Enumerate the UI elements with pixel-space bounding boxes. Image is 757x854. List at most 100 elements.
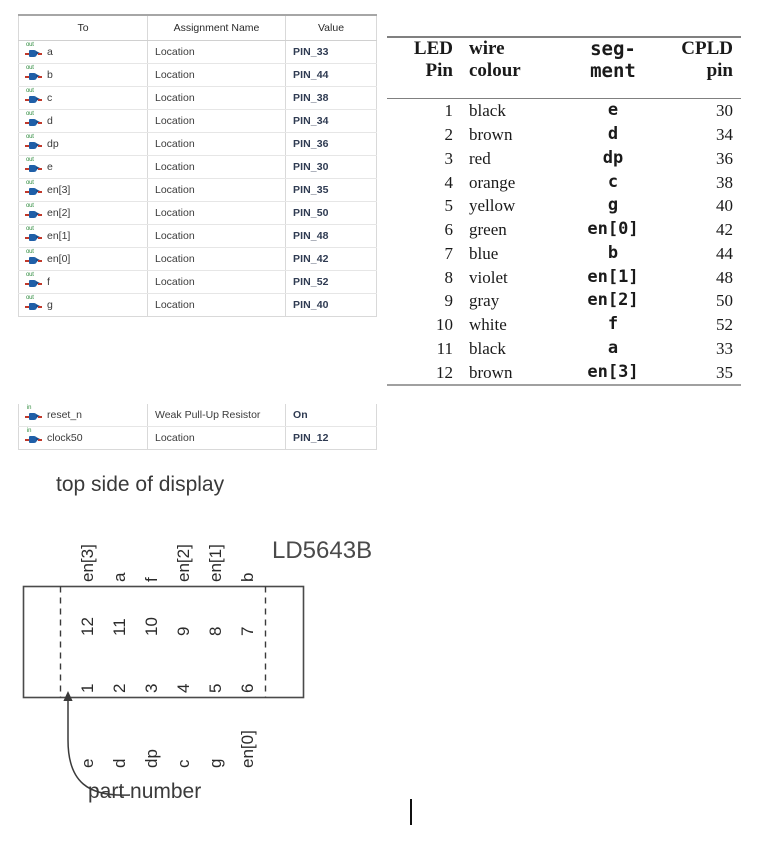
assignment-name-text: Location (155, 138, 195, 150)
cell-assignment-name[interactable]: Weak Pull-Up Resistor (147, 404, 286, 427)
cell-assignment-name[interactable]: Location (147, 155, 286, 179)
cell-to[interactable]: out en[0] (18, 247, 148, 271)
table-row[interactable]: out c Location PIN_38 (18, 86, 377, 110)
assignment-value-text: PIN_36 (293, 138, 329, 150)
cell-value[interactable]: PIN_44 (285, 63, 377, 87)
wiring-header-spacer (387, 82, 741, 100)
port-wire-right (38, 191, 42, 193)
assignment-value-text: PIN_40 (293, 299, 329, 311)
assignment-name-text: Weak Pull-Up Resistor (155, 409, 261, 421)
cell-value[interactable]: PIN_48 (285, 224, 377, 248)
assignment-name-text: Location (155, 161, 195, 173)
cell-value[interactable]: PIN_12 (285, 426, 377, 450)
cell-value[interactable]: PIN_35 (285, 178, 377, 202)
wiring-header-segment-line1: seg- (563, 35, 663, 61)
bottom-pin-signal-label: c (174, 759, 193, 769)
cell-value[interactable]: PIN_52 (285, 270, 377, 294)
cell-assignment-name[interactable]: Location (147, 63, 286, 87)
column-header-assignment-name[interactable]: Assignment Name (147, 14, 286, 41)
input-assignment-table[interactable]: in reset_n Weak Pull-Up Resistor On in clock5… (18, 404, 377, 450)
cell-to[interactable]: out d (18, 109, 148, 133)
cell-assignment-name[interactable]: Location (147, 178, 286, 202)
cell-assignment-name[interactable]: Location (147, 224, 286, 248)
signal-name-text: g (47, 299, 53, 311)
table-row[interactable]: out e Location PIN_30 (18, 155, 377, 179)
cell-value[interactable]: PIN_36 (285, 132, 377, 156)
table-row[interactable]: out d Location PIN_34 (18, 109, 377, 133)
table-row[interactable]: in reset_n Weak Pull-Up Resistor On (18, 404, 377, 427)
cell-assignment-name[interactable]: Location (147, 86, 286, 110)
cell-assignment-name[interactable]: Location (147, 426, 286, 450)
table-row[interactable]: out en[2] Location PIN_50 (18, 201, 377, 225)
spacer-cell-4 (663, 82, 741, 100)
assignment-name-text: Location (155, 230, 195, 242)
wiring-table-row: 10 white f 52 (387, 313, 741, 337)
cell-to[interactable]: out c (18, 86, 148, 110)
cell-assignment-name[interactable]: Location (147, 201, 286, 225)
port-wire-right (38, 122, 42, 124)
assignment-editor-table[interactable]: To Assignment Name Value out a Location PIN… (18, 14, 377, 317)
cell-value[interactable]: PIN_34 (285, 109, 377, 133)
cell-value[interactable]: PIN_42 (285, 247, 377, 271)
cell-value[interactable]: PIN_40 (285, 293, 377, 317)
cell-to[interactable]: in clock50 (18, 426, 148, 450)
wiring-cell-segment: d (607, 124, 619, 145)
table-row[interactable]: out en[3] Location PIN_35 (18, 178, 377, 202)
cell-to[interactable]: in reset_n (18, 404, 148, 427)
cell-to[interactable]: out f (18, 270, 148, 294)
cell-value[interactable]: PIN_33 (285, 40, 377, 64)
cell-value[interactable]: PIN_50 (285, 201, 377, 225)
table-row[interactable]: out dp Location PIN_36 (18, 132, 377, 156)
cell-assignment-name[interactable]: Location (147, 40, 286, 64)
wiring-cell-wire-colour: brown (469, 125, 513, 145)
cell-to[interactable]: out a (18, 40, 148, 64)
signal-name-text: en[0] (47, 253, 71, 265)
assignment-name-text: Location (155, 46, 195, 58)
cell-value[interactable]: PIN_38 (285, 86, 377, 110)
wiring-header-wire-line1: wire (461, 35, 563, 61)
input-port-icon: in (25, 428, 42, 446)
port-wire-right (38, 145, 42, 147)
cell-to[interactable]: out e (18, 155, 148, 179)
assignment-name-text: Location (155, 276, 195, 288)
port-direction-text: out (26, 272, 34, 278)
table-row[interactable]: out en[0] Location PIN_42 (18, 247, 377, 271)
top-pin-signal-label: a (110, 572, 129, 582)
port-wire-right (38, 416, 42, 418)
cell-to[interactable]: out en[2] (18, 201, 148, 225)
table-row[interactable]: in clock50 Location PIN_12 (18, 426, 377, 450)
cell-to[interactable]: out b (18, 63, 148, 87)
cell-assignment-name[interactable]: Location (147, 270, 286, 294)
wiring-cell-wire-colour: orange (469, 172, 516, 192)
cell-assignment-name[interactable]: Location (147, 247, 286, 271)
cell-value[interactable]: On (285, 404, 377, 427)
port-wire-right (38, 168, 42, 170)
output-port-icon: out (25, 88, 42, 106)
wiring-cell-wire-colour: red (469, 148, 491, 168)
cell-to[interactable]: out en[3] (18, 178, 148, 202)
column-header-to[interactable]: To (18, 14, 148, 41)
cell-assignment-name[interactable]: Location (147, 293, 286, 317)
wiring-cell-segment: c (607, 171, 619, 192)
wiring-cell-cpld-pin: 38 (716, 172, 733, 192)
cell-to[interactable]: out en[1] (18, 224, 148, 248)
wiring-table-row: 9 gray en[2] 50 (387, 289, 741, 313)
port-direction-text: out (26, 226, 34, 232)
table-row[interactable]: out g Location PIN_40 (18, 293, 377, 317)
table-row[interactable]: out a Location PIN_33 (18, 40, 377, 64)
wiring-header-row-1: LED wire seg- CPLD (387, 35, 741, 61)
cell-assignment-name[interactable]: Location (147, 109, 286, 133)
bottom-pin-number-label: 2 (110, 683, 129, 693)
wiring-header-wire-line2: colour (469, 60, 521, 82)
table-row[interactable]: out b Location PIN_44 (18, 63, 377, 87)
assignment-table-header: To Assignment Name Value (18, 14, 377, 41)
wiring-cell-segment: f (607, 314, 619, 335)
cell-value[interactable]: PIN_30 (285, 155, 377, 179)
cell-to[interactable]: out dp (18, 132, 148, 156)
cell-to[interactable]: out g (18, 293, 148, 317)
column-header-value[interactable]: Value (285, 14, 377, 41)
table-row[interactable]: out f Location PIN_52 (18, 270, 377, 294)
cell-assignment-name[interactable]: Location (147, 132, 286, 156)
signal-name-text: reset_n (47, 409, 83, 421)
table-row[interactable]: out en[1] Location PIN_48 (18, 224, 377, 248)
